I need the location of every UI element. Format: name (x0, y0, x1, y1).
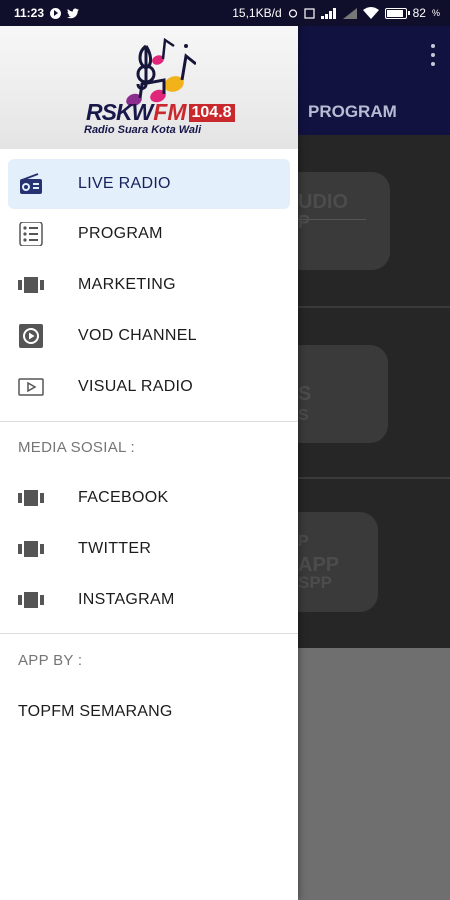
station-logo: RSKW FM 104.8 (86, 99, 235, 125)
card-text: P (298, 533, 309, 550)
developer-name[interactable]: TOPFM SEMARANG (18, 703, 173, 721)
play-notification-icon (50, 7, 62, 19)
menu-item-instagram[interactable]: INSTAGRAM (0, 575, 298, 625)
menu-item-twitter[interactable]: TWITTER (0, 524, 298, 574)
list-icon (19, 222, 43, 246)
menu-label: PROGRAM (78, 225, 163, 242)
section-title-app-by: APP BY : (18, 652, 83, 669)
network-speed: 15,1KB/d (232, 6, 282, 20)
carousel-icon (18, 592, 44, 608)
logo-brand-suffix: FM (153, 99, 187, 125)
menu-item-live-radio[interactable]: LIVE RADIO (8, 159, 290, 209)
play-box-icon (19, 324, 43, 348)
status-time: 11:23 (14, 6, 45, 20)
card-text: P (298, 212, 311, 232)
menu-item-facebook[interactable]: FACEBOOK (0, 473, 298, 523)
menu-label: VISUAL RADIO (78, 378, 194, 395)
divider (0, 421, 298, 422)
carousel-icon (18, 277, 44, 293)
section-title-social: MEDIA SOSIAL : (18, 439, 136, 456)
sim-icon (304, 7, 315, 19)
navigation-drawer: RSKW FM 104.8 Radio Suara Kota Wali LIVE… (0, 0, 298, 900)
logo-tagline: Radio Suara Kota Wali (84, 124, 202, 136)
logo-frequency: 104.8 (188, 104, 235, 122)
carousel-icon (18, 490, 44, 506)
drawer-header: RSKW FM 104.8 Radio Suara Kota Wali (0, 26, 298, 149)
menu-item-vod-channel[interactable]: VOD CHANNEL (0, 311, 298, 361)
card-text: UDIO (298, 191, 348, 213)
menu-item-marketing[interactable]: MARKETING (0, 260, 298, 310)
tab-program[interactable]: PROGRAM (308, 102, 397, 122)
card-text: SPP (298, 573, 333, 592)
overflow-menu-icon[interactable] (430, 44, 436, 66)
menu-label: MARKETING (78, 276, 176, 293)
scrim[interactable] (298, 648, 450, 900)
status-bar: 11:23 15,1KB/d 82% (0, 0, 450, 26)
menu-label: VOD CHANNEL (78, 327, 197, 344)
radio-icon (20, 173, 42, 194)
menu-item-visual-radio[interactable]: VISUAL RADIO (0, 362, 298, 412)
card-text: APP (298, 554, 340, 576)
alarm-icon (288, 9, 297, 18)
battery-icon (384, 7, 410, 19)
menu-label: TWITTER (78, 540, 152, 557)
twitter-icon (67, 8, 80, 18)
signal-icon (320, 7, 336, 19)
battery-level: 82 (412, 6, 426, 20)
signal-weak-icon (342, 7, 357, 19)
card-text: S (298, 383, 312, 405)
logo-brand: RSKW (86, 99, 153, 125)
menu-item-program[interactable]: PROGRAM (0, 209, 298, 259)
divider (0, 633, 298, 634)
carousel-icon (18, 541, 44, 557)
menu-label: INSTAGRAM (78, 591, 175, 608)
menu-label: FACEBOOK (78, 489, 169, 506)
wifi-icon (362, 7, 379, 19)
menu-label: LIVE RADIO (78, 175, 171, 192)
card-text: S (298, 407, 309, 424)
play-outline-icon (18, 378, 44, 396)
